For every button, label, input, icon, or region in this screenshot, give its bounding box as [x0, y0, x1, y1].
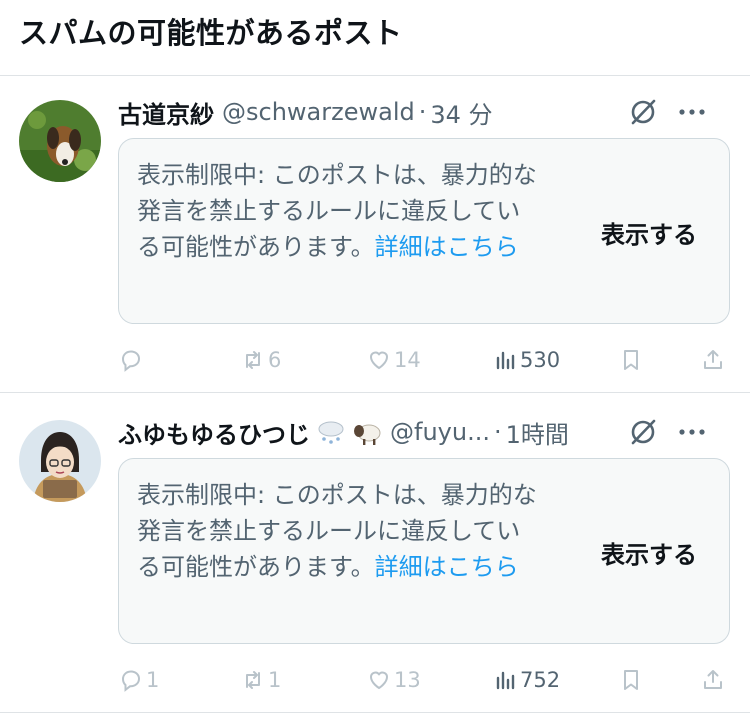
page-header: スパムの可能性があるポスト: [0, 0, 750, 76]
reply-count: 1: [146, 668, 160, 692]
more-options-icon[interactable]: [676, 417, 708, 447]
like-count: 14: [394, 348, 421, 372]
bookmark-icon: [624, 350, 638, 370]
reply-button[interactable]: [118, 342, 146, 378]
like-button[interactable]: 13: [366, 662, 421, 698]
page-title: スパムの可能性があるポスト: [19, 16, 403, 50]
bookmark-icon: [624, 670, 638, 690]
author-name[interactable]: 古道京紗: [118, 95, 214, 130]
show-button[interactable]: 表示する: [601, 215, 697, 250]
repost-icon: [246, 671, 260, 689]
post-actions: 1 1 13 752: [118, 662, 730, 698]
repost-button[interactable]: 1: [240, 662, 281, 698]
details-link[interactable]: 詳細はこちら: [375, 233, 519, 261]
repost-count: 6: [268, 348, 282, 372]
grok-icon[interactable]: [628, 97, 658, 127]
post-divider: [0, 392, 750, 393]
view-count: 752: [520, 668, 561, 692]
bookmark-button[interactable]: [618, 342, 644, 378]
repost-icon: [246, 351, 260, 369]
avatar[interactable]: [19, 100, 101, 182]
grok-icon[interactable]: [628, 417, 658, 447]
author-handle[interactable]: @schwarzewald: [222, 98, 415, 126]
post[interactable]: 古道京紗 @schwarzewald · 34 分 表示制限中: このポストは、…: [0, 76, 750, 392]
reply-icon: [121, 350, 141, 372]
heart-icon: [369, 351, 389, 370]
cloud-snow-icon: [318, 421, 344, 444]
show-button[interactable]: 表示する: [601, 535, 697, 570]
like-count: 13: [394, 668, 421, 692]
views-button[interactable]: 752: [492, 662, 560, 698]
share-icon: [704, 670, 722, 689]
details-link[interactable]: 詳細はこちら: [375, 553, 519, 581]
post-time[interactable]: 1時間: [506, 415, 569, 450]
heart-icon: [369, 671, 389, 690]
analytics-icon: [496, 351, 515, 370]
repost-count: 1: [268, 668, 282, 692]
more-options-icon[interactable]: [676, 97, 708, 127]
author-handle[interactable]: @fuyu...: [390, 418, 490, 446]
repost-button[interactable]: 6: [240, 342, 281, 378]
reply-button[interactable]: 1: [118, 662, 159, 698]
analytics-icon: [496, 671, 515, 690]
restricted-notice: 表示制限中: このポストは、暴力的な発言を禁止するルールに違反している可能性があ…: [118, 458, 730, 644]
sheep-icon: [354, 424, 381, 445]
author-name[interactable]: ふゆもゆるひつじ: [118, 415, 310, 450]
post-time[interactable]: 34 分: [430, 95, 492, 130]
share-button[interactable]: [700, 662, 726, 698]
view-count: 530: [520, 348, 561, 372]
post[interactable]: ふゆもゆるひつじ @fuyu... · 1時間 表示制限中: このポストは、暴力…: [0, 396, 750, 712]
separator-dot: ·: [493, 418, 502, 446]
views-button[interactable]: 530: [492, 342, 560, 378]
reply-icon: [121, 670, 141, 692]
like-button[interactable]: 14: [366, 342, 421, 378]
bookmark-button[interactable]: [618, 662, 644, 698]
post-divider: [0, 712, 750, 713]
share-icon: [704, 350, 722, 369]
restricted-notice: 表示制限中: このポストは、暴力的な発言を禁止するルールに違反している可能性があ…: [118, 138, 730, 324]
post-actions: 6 14 530: [118, 342, 730, 378]
avatar[interactable]: [19, 420, 101, 502]
share-button[interactable]: [700, 342, 726, 378]
separator-dot: ·: [418, 98, 427, 126]
